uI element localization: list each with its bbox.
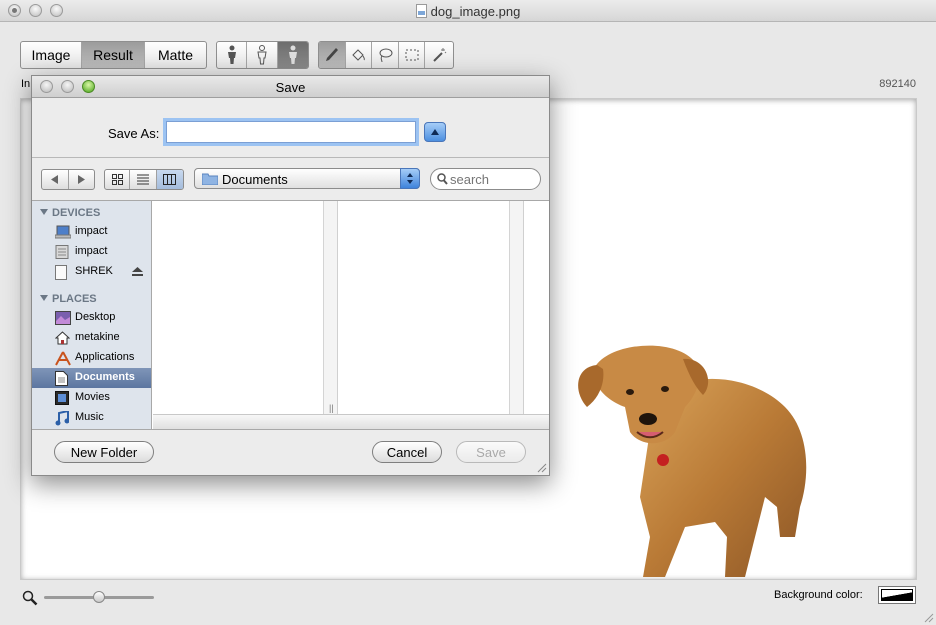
location-popup[interactable]: Documents xyxy=(194,168,420,189)
browser-column-2[interactable] xyxy=(338,201,510,414)
sidebar-item-documents[interactable]: Documents xyxy=(32,368,151,388)
sidebar-item-impact-server[interactable]: impact xyxy=(32,242,151,262)
back-button[interactable] xyxy=(42,170,69,189)
save-as-field[interactable] xyxy=(166,121,416,143)
background-color-well[interactable] xyxy=(878,586,916,604)
dog-cutout-image xyxy=(578,345,807,577)
image-id-label: 892140 xyxy=(879,78,916,90)
column-view-button[interactable] xyxy=(156,170,183,189)
sidebar-item-impact-laptop[interactable]: impact xyxy=(32,222,151,242)
desktop-icon xyxy=(55,311,71,325)
eject-icon[interactable] xyxy=(132,267,143,276)
view-segmented-control: Image Result Matte xyxy=(20,41,207,69)
lasso-icon[interactable] xyxy=(372,42,399,68)
list-view-icon xyxy=(137,174,150,185)
forward-button[interactable] xyxy=(69,170,95,189)
sidebar-devices-header[interactable]: DEVICES xyxy=(40,207,100,219)
window-resize-grip[interactable] xyxy=(922,611,934,623)
icon-view-icon xyxy=(111,174,123,185)
sidebar-places-header[interactable]: PLACES xyxy=(40,293,97,305)
column-1-scrollbar[interactable] xyxy=(324,201,338,414)
movies-icon xyxy=(55,391,69,405)
popup-arrows-icon xyxy=(400,168,420,189)
image-info-label: In xyxy=(21,78,31,90)
window-titlebar: dog_image.png xyxy=(0,0,936,22)
sidebar-item-desktop[interactable]: Desktop xyxy=(32,308,151,328)
file-browser: DEVICES impact impact SHREK PLACES Deskt… xyxy=(32,200,549,430)
tab-image[interactable]: Image xyxy=(21,42,82,68)
expand-dialog-button[interactable] xyxy=(424,122,446,142)
column-2-scrollbar[interactable] xyxy=(510,201,524,414)
zoom-slider-knob[interactable] xyxy=(93,591,105,603)
horizontal-scrollbar[interactable] xyxy=(153,414,549,429)
dialog-resize-grip[interactable] xyxy=(535,461,547,473)
sidebar-item-applications[interactable]: Applications xyxy=(32,348,151,368)
sidebar-item-music[interactable]: Music xyxy=(32,408,151,428)
zoom-icon xyxy=(22,590,38,606)
dialog-titlebar: Save xyxy=(32,76,549,98)
back-forward-group xyxy=(41,169,95,190)
new-folder-button[interactable]: New Folder xyxy=(54,441,154,463)
foreground-figure-icon[interactable] xyxy=(217,42,248,68)
brush-icon[interactable] xyxy=(319,42,346,68)
icon-view-button[interactable] xyxy=(105,170,131,189)
search-input[interactable] xyxy=(450,171,536,187)
save-as-label: Save As: xyxy=(108,126,160,141)
server-icon xyxy=(55,245,69,259)
paint-bucket-icon[interactable] xyxy=(346,42,373,68)
figure-selected-icon[interactable] xyxy=(277,42,308,68)
rect-select-icon[interactable] xyxy=(399,42,426,68)
laptop-icon xyxy=(55,225,71,239)
selection-tools-group xyxy=(318,41,454,69)
search-field[interactable] xyxy=(430,168,541,190)
browser-column-1[interactable] xyxy=(153,201,324,414)
forward-arrow-icon xyxy=(78,175,86,184)
applications-icon xyxy=(55,351,71,366)
folder-icon xyxy=(202,173,218,185)
sidebar-item-metakine[interactable]: metakine xyxy=(32,328,151,348)
window-title-text: dog_image.png xyxy=(430,4,521,19)
view-mode-group xyxy=(104,169,184,190)
window-title: dog_image.png xyxy=(0,4,936,19)
column-resize-handle-icon[interactable]: || xyxy=(329,403,334,413)
disclosure-triangle-icon xyxy=(40,209,48,215)
music-icon xyxy=(55,411,69,426)
outline-figure-icon[interactable] xyxy=(247,42,278,68)
save-button[interactable]: Save xyxy=(456,441,526,463)
save-dialog: Save Save As: Documents search DEVICES i… xyxy=(31,75,550,476)
tab-matte[interactable]: Matte xyxy=(145,42,206,68)
disk-icon xyxy=(55,265,67,280)
column-view-icon xyxy=(163,174,177,185)
location-label: Documents xyxy=(222,172,288,187)
magic-wand-icon[interactable] xyxy=(425,42,453,68)
dialog-divider xyxy=(32,157,549,158)
home-icon xyxy=(55,331,70,345)
sidebar-item-shrek[interactable]: SHREK xyxy=(32,262,151,282)
list-view-button[interactable] xyxy=(130,170,157,189)
dialog-title: Save xyxy=(275,80,306,95)
sidebar-item-movies[interactable]: Movies xyxy=(32,388,151,408)
background-color-label: Background color: xyxy=(774,589,863,601)
search-icon xyxy=(437,173,448,185)
back-arrow-icon xyxy=(50,175,58,184)
document-icon xyxy=(415,4,427,18)
disclosure-triangle-icon xyxy=(40,295,48,301)
tab-result[interactable]: Result xyxy=(82,42,145,68)
cancel-button[interactable]: Cancel xyxy=(372,441,442,463)
documents-icon xyxy=(55,371,68,386)
sidebar: DEVICES impact impact SHREK PLACES Deskt… xyxy=(32,201,152,429)
chevron-up-icon xyxy=(431,129,439,135)
figure-tools-group xyxy=(216,41,309,69)
